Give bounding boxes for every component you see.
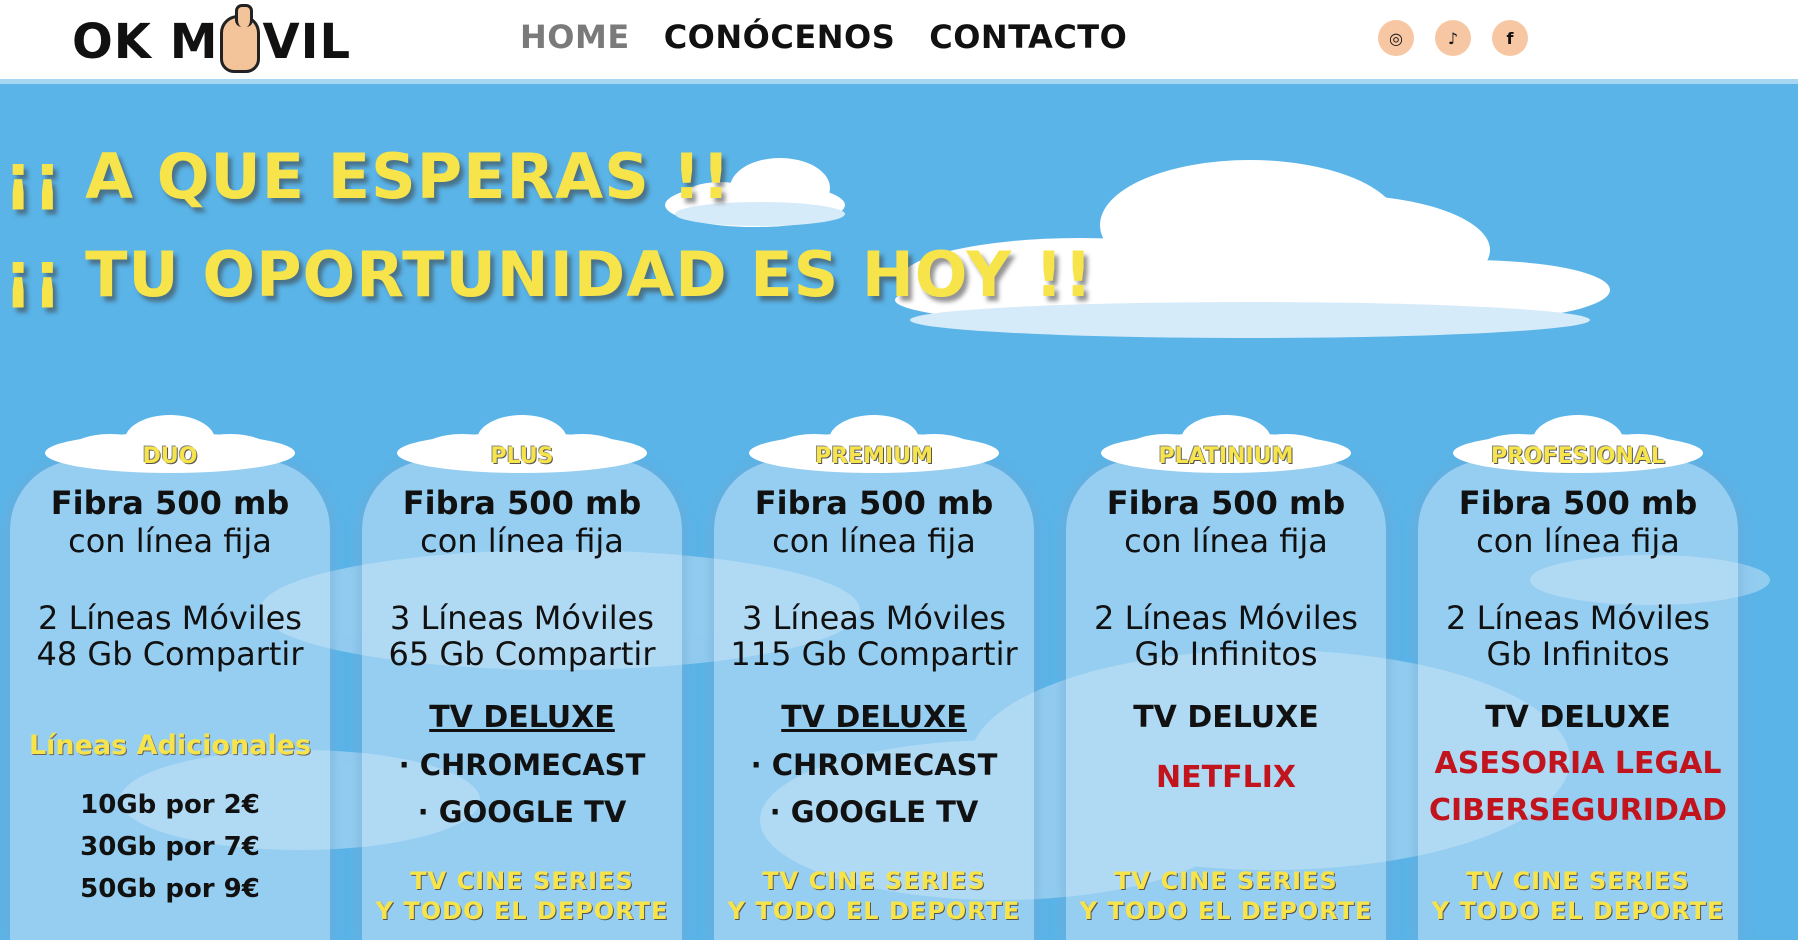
plan-tv-cine: TV CINE SERIES Y TODO EL DEPORTE bbox=[714, 866, 1034, 926]
plan-bullet: · CHROMECAST bbox=[398, 748, 646, 782]
plan-fibra-sub: con línea fija bbox=[1124, 522, 1328, 560]
plan-tv: TV DELUXE bbox=[429, 700, 615, 735]
plan-fibra-sub: con línea fija bbox=[772, 522, 976, 560]
plan-tv-cine-line: TV CINE SERIES bbox=[1466, 867, 1690, 895]
brand-logo[interactable]: OK M VIL bbox=[72, 4, 352, 74]
plan-lines: 2 Líneas Móviles 48 Gb Compartir bbox=[10, 600, 330, 672]
plan-data: Gb Infinitos bbox=[1134, 635, 1318, 673]
instagram-icon[interactable]: ◎ bbox=[1378, 20, 1414, 56]
hero-line-1: ¡¡ A QUE ESPERAS !! bbox=[4, 140, 732, 213]
plan-data: 115 Gb Compartir bbox=[730, 635, 1018, 673]
plan-lines: 3 Líneas Móviles 115 Gb Compartir bbox=[714, 600, 1034, 672]
plan-fibra-sub: con línea fija bbox=[1476, 522, 1680, 560]
plan-fibra: Fibra 500 mb bbox=[1458, 484, 1698, 522]
facebook-icon[interactable]: f bbox=[1492, 20, 1528, 56]
additional-line: 10Gb por 2€ bbox=[80, 790, 260, 820]
plan-lines-count: 2 Líneas Móviles bbox=[1446, 599, 1710, 637]
plan-fibra: Fibra 500 mb bbox=[402, 484, 642, 522]
plan-name: PROFESIONAL bbox=[1490, 444, 1665, 469]
plan-extra-service: CIBERSEGURIDAD bbox=[1428, 793, 1727, 828]
logo-text-right: VIL bbox=[262, 14, 352, 70]
plan-bullet: · CHROMECAST bbox=[750, 748, 998, 782]
social-links: ◎ ♪ f bbox=[1378, 20, 1528, 56]
plan-extra-service: NETFLIX bbox=[1156, 760, 1296, 795]
plan-tv-cine-line: TV CINE SERIES bbox=[762, 867, 986, 895]
hero-line-2: ¡¡ TU OPORTUNIDAD ES HOY !! bbox=[4, 238, 1094, 311]
plan-name: PREMIUM bbox=[815, 444, 933, 469]
plan-lines-count: 3 Líneas Móviles bbox=[742, 599, 1006, 637]
plan-tv: TV DELUXE bbox=[781, 700, 967, 735]
plan-fibra-sub: con línea fija bbox=[68, 522, 272, 560]
plan-card-premium[interactable]: PREMIUM Fibra 500 mb con línea fija 3 Lí… bbox=[714, 415, 1034, 940]
nav-home[interactable]: HOME bbox=[520, 18, 630, 56]
thumbs-up-icon bbox=[220, 4, 261, 73]
plan-name: PLUS bbox=[490, 444, 554, 469]
plan-tv: TV DELUXE bbox=[1485, 700, 1671, 735]
plan-tv-cine-line: TV CINE SERIES bbox=[410, 867, 634, 895]
plan-tv-cine: TV CINE SERIES Y TODO EL DEPORTE bbox=[1418, 866, 1738, 926]
plan-fibra: Fibra 500 mb bbox=[1106, 484, 1346, 522]
plan-fibra: Fibra 500 mb bbox=[50, 484, 290, 522]
plan-lines: 2 Líneas Móviles Gb Infinitos bbox=[1066, 600, 1386, 672]
plan-tv: TV DELUXE bbox=[1133, 700, 1319, 735]
plan-bullet: · GOOGLE TV bbox=[769, 795, 979, 829]
plan-extra-service: ASESORIA LEGAL bbox=[1434, 746, 1722, 781]
additional-line: 30Gb por 7€ bbox=[80, 832, 260, 862]
additional-line: 50Gb por 9€ bbox=[80, 874, 260, 904]
plan-card-profesional[interactable]: PROFESIONAL Fibra 500 mb con línea fija … bbox=[1418, 415, 1738, 940]
plan-lines: 2 Líneas Móviles Gb Infinitos bbox=[1418, 600, 1738, 672]
plan-fibra-sub: con línea fija bbox=[420, 522, 624, 560]
plan-data: Gb Infinitos bbox=[1486, 635, 1670, 673]
tiktok-icon[interactable]: ♪ bbox=[1435, 20, 1471, 56]
plan-card-platinium[interactable]: PLATINIUM Fibra 500 mb con línea fija 2 … bbox=[1066, 415, 1386, 940]
additional-lines-title: Líneas Adicionales bbox=[28, 730, 312, 761]
plan-data: 48 Gb Compartir bbox=[36, 635, 304, 673]
plan-lines: 3 Líneas Móviles 65 Gb Compartir bbox=[362, 600, 682, 672]
plan-data: 65 Gb Compartir bbox=[388, 635, 656, 673]
plan-tv-cine: TV CINE SERIES Y TODO EL DEPORTE bbox=[362, 866, 682, 926]
plan-card-plus[interactable]: PLUS Fibra 500 mb con línea fija 3 Línea… bbox=[362, 415, 682, 940]
plan-lines-count: 2 Líneas Móviles bbox=[38, 599, 302, 637]
plan-lines-count: 3 Líneas Móviles bbox=[390, 599, 654, 637]
plan-tv-cine: TV CINE SERIES Y TODO EL DEPORTE bbox=[1066, 866, 1386, 926]
plan-fibra: Fibra 500 mb bbox=[754, 484, 994, 522]
site-header: OK M VIL HOME CONÓCENOS CONTACTO ◎ ♪ f bbox=[0, 0, 1798, 84]
plan-card-duo[interactable]: DUO Fibra 500 mb con línea fija 2 Líneas… bbox=[10, 415, 330, 940]
plan-bullet: · GOOGLE TV bbox=[417, 795, 627, 829]
nav-conocenos[interactable]: CONÓCENOS bbox=[664, 18, 896, 56]
nav-contacto[interactable]: CONTACTO bbox=[929, 18, 1127, 56]
plan-name: DUO bbox=[142, 444, 198, 469]
plan-name: PLATINIUM bbox=[1158, 444, 1294, 469]
plan-tv-cine-line: TV CINE SERIES bbox=[1114, 867, 1338, 895]
main-nav: HOME CONÓCENOS CONTACTO bbox=[520, 18, 1127, 56]
logo-text-left: OK M bbox=[72, 14, 219, 70]
plan-lines-count: 2 Líneas Móviles bbox=[1094, 599, 1358, 637]
